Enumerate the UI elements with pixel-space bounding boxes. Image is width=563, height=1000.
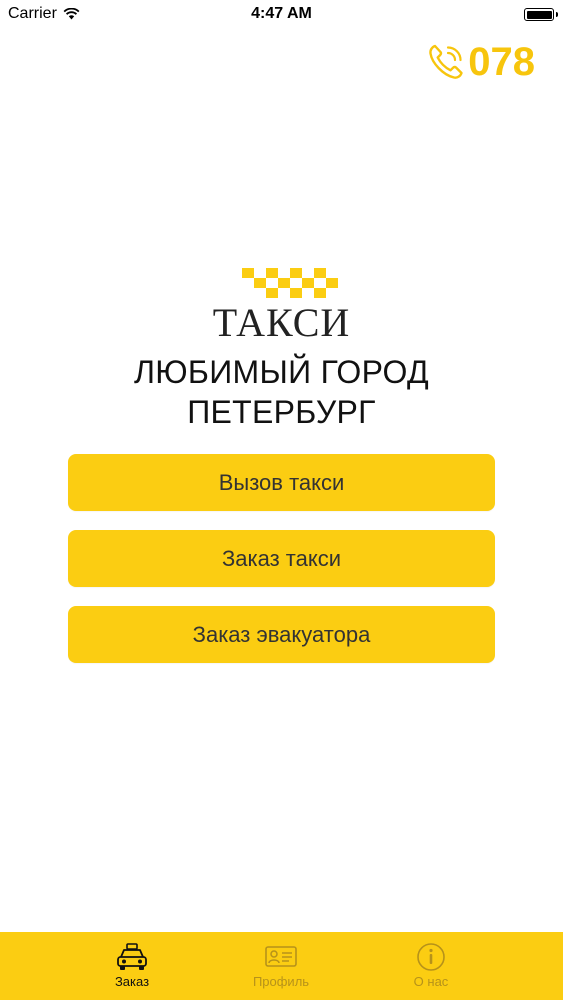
taxi-car-icon [117, 943, 147, 970]
tagline-line-1: ЛЮБИМЫЙ ГОРОД [133, 354, 430, 390]
screen: Carrier 4:47 AM 078 ТАКСИ ЛЮБИМЫЙ ГОРОД … [0, 0, 563, 1000]
tab-profile-label: Профиль [252, 974, 310, 989]
checker-pattern-icon [241, 268, 338, 298]
id-card-icon [265, 946, 297, 967]
logo-word: ТАКСИ [212, 300, 351, 345]
order-taxi-button[interactable]: Заказ такси [68, 530, 495, 587]
phone-link[interactable]: 078 [426, 40, 535, 84]
phone-icon [429, 44, 463, 79]
call-taxi-button[interactable]: Вызов такси [68, 454, 495, 511]
taxi-logo: ТАКСИ [0, 268, 563, 345]
status-time: 4:47 AM [251, 5, 312, 22]
info-icon [417, 943, 445, 971]
tagline: ЛЮБИМЫЙ ГОРОД ПЕТЕРБУРГ [0, 352, 563, 432]
status-bar: Carrier 4:47 AM [0, 0, 563, 30]
tab-about[interactable]: О нас [366, 932, 496, 1000]
tab-bar: Заказ Профиль О нас [0, 932, 563, 1000]
tab-order-label: Заказ [114, 974, 150, 989]
tab-profile[interactable]: Профиль [216, 932, 346, 1000]
battery-icon [524, 8, 558, 21]
tab-about-label: О нас [413, 974, 449, 989]
order-tow-truck-button[interactable]: Заказ эвакуатора [68, 606, 495, 663]
phone-number: 078 [468, 40, 535, 84]
tab-order[interactable]: Заказ [67, 932, 197, 1000]
tagline-line-2: ПЕТЕРБУРГ [187, 394, 376, 430]
